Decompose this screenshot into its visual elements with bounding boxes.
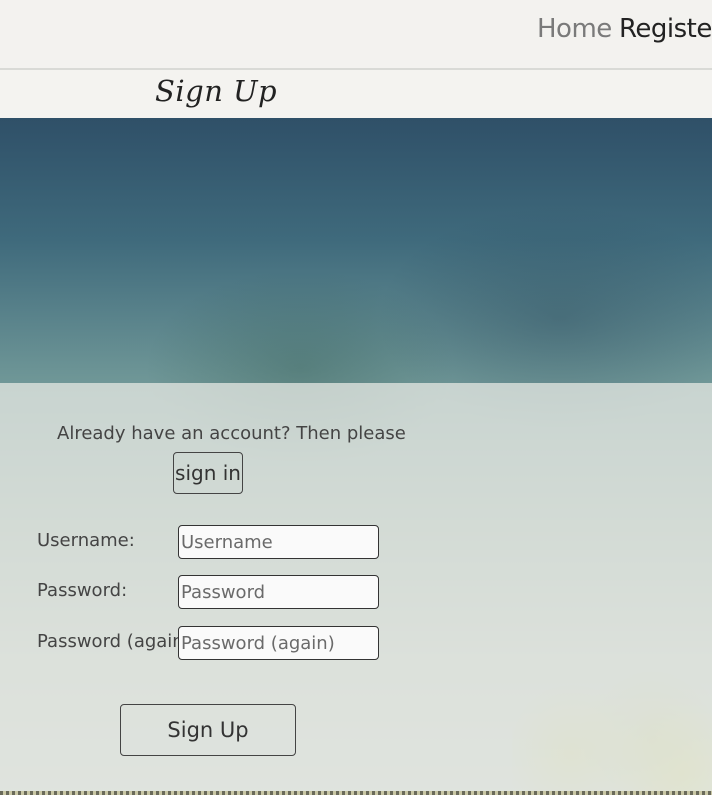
signin-button[interactable]: sign in <box>173 452 243 494</box>
page-title: Sign Up <box>155 74 278 108</box>
heading-band <box>0 70 712 118</box>
password-again-label: Password (again): <box>37 631 197 652</box>
password-again-input[interactable] <box>178 626 379 660</box>
signup-submit-button[interactable]: Sign Up <box>120 704 296 756</box>
username-input[interactable] <box>178 525 379 559</box>
top-navbar: Home Register <box>0 0 712 70</box>
password-label: Password: <box>37 580 128 601</box>
nav-link-register[interactable]: Register <box>619 14 712 44</box>
nav-link-home[interactable]: Home <box>537 14 612 44</box>
signin-prompt-text: Already have an account? Then please <box>57 423 406 444</box>
password-input[interactable] <box>178 575 379 609</box>
username-label: Username: <box>37 530 135 551</box>
bottom-edge-strip <box>0 791 712 795</box>
